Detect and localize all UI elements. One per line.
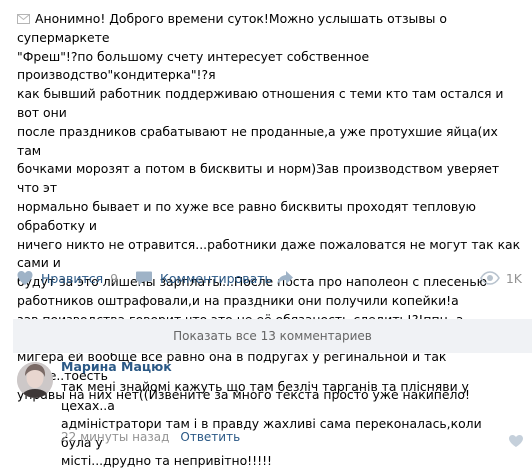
share-button[interactable]: [276, 262, 301, 294]
post-line: после праздников срабатывают не проданны…: [17, 123, 498, 158]
views-counter: 1K: [479, 262, 522, 294]
avatar-image: [17, 362, 53, 398]
post-actions: Нравится 9 Комментировать: [0, 262, 532, 294]
comment-icon: [136, 271, 152, 285]
avatar[interactable]: [17, 362, 53, 398]
comment-button[interactable]: Комментировать: [135, 262, 272, 294]
wall-post: Анонимно! Доброго времени суток!Можно ус…: [0, 0, 532, 468]
views-count: 1K: [505, 270, 522, 286]
post-line: работников оштрафовали,и на праздники он…: [17, 292, 459, 308]
like-count: 9: [110, 270, 119, 286]
comment-text: так мені знайомі кажуть що там безліч та…: [61, 378, 516, 471]
comment-line: місті...друдно та непривітно!!!!!: [61, 453, 273, 469]
post-line: бочками морозят а потом в бисквиты и нор…: [17, 161, 500, 196]
post-line: Анонимно! Доброго времени суток!Можно ус…: [17, 11, 447, 45]
envelope-icon: [17, 14, 30, 24]
share-icon: [277, 271, 293, 285]
like-label: Нравится: [41, 270, 104, 286]
comment-line: так мені знайомі кажуть що там безліч та…: [61, 379, 469, 413]
comment-time[interactable]: 22 минуты назад: [61, 430, 169, 444]
post-line: нормально бывает и по хуже все равно бис…: [17, 198, 476, 233]
show-all-comments-button[interactable]: Показать все 13 комментариев: [13, 319, 532, 353]
post-line: "Фреш"!?по большому счету интересует соб…: [17, 48, 370, 83]
comment-meta: 22 минуты назад Ответить: [61, 430, 240, 444]
reply-button[interactable]: Ответить: [180, 430, 240, 444]
comment-label: Комментировать: [160, 270, 272, 286]
comment-author[interactable]: Марина Мацюк: [61, 359, 172, 374]
comment-item: Марина Мацюк так мені знайомі кажуть що …: [13, 354, 532, 468]
heart-icon: [17, 271, 33, 285]
post-line: как бывший работник поддерживаю отношени…: [17, 86, 504, 120]
like-button[interactable]: Нравится 9: [16, 262, 118, 294]
comment-like-icon[interactable]: [508, 434, 524, 448]
eye-icon: [479, 271, 500, 285]
